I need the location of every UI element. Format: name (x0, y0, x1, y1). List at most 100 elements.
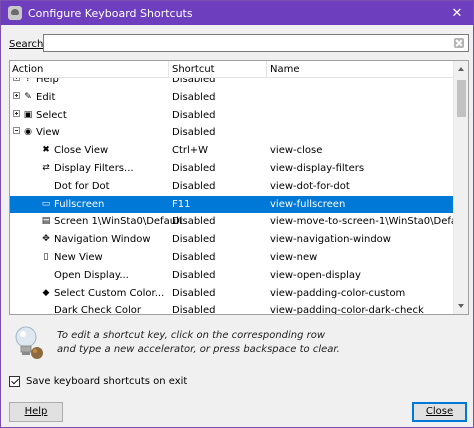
name-cell: view-padding-color-dark-check (270, 305, 424, 315)
shortcut-cell[interactable]: Ctrl+W (172, 145, 208, 156)
edit-icon: ✎ (24, 91, 32, 102)
action-cell: Navigation Window (54, 234, 151, 246)
shortcut-cell[interactable]: Disabled (172, 163, 215, 174)
action-cell: Select (36, 109, 67, 121)
table-row[interactable]: ▭ Fullscreen F11 view-fullscreen (10, 195, 454, 214)
collapse-icon[interactable] (13, 127, 20, 135)
color-icon: ◆ (42, 287, 50, 298)
shortcut-cell[interactable]: Disabled (172, 92, 215, 103)
configure-shortcuts-dialog: Configure Keyboard Shortcuts ✕ Search: ?… (0, 0, 474, 428)
table-row[interactable]: Dot for Dot Disabled view-dot-for-dot (10, 178, 454, 196)
shortcut-cell[interactable]: Disabled (172, 288, 215, 299)
column-header-shortcut[interactable]: Shortcut (172, 64, 215, 75)
shortcut-cell[interactable]: Disabled (172, 305, 215, 314)
new-view-icon: ▯ (43, 251, 49, 262)
name-cell: view-open-display (270, 269, 361, 281)
shortcut-cell[interactable]: Disabled (172, 127, 215, 138)
blank-icon (41, 270, 51, 280)
expand-icon[interactable] (13, 91, 20, 99)
action-cell: Open Display... (54, 269, 129, 281)
name-cell: view-fullscreen (270, 198, 346, 210)
shortcut-cell[interactable]: Disabled (172, 216, 215, 227)
name-cell: view-display-filters (270, 162, 365, 174)
shortcut-cell[interactable]: Disabled (172, 270, 215, 281)
action-cell: Edit (36, 91, 56, 103)
shortcuts-tree[interactable]: ? Help Disabled ✎ Edit Disabled ▣ Select Disable… (9, 60, 469, 315)
hint-line: and type a new accelerator, or press bac… (57, 344, 340, 355)
tree-group-row[interactable]: ▣ Select Disabled (10, 107, 454, 125)
name-cell: view-close (270, 145, 323, 157)
clear-search-icon[interactable] (454, 38, 464, 48)
name-cell: view-navigation-window (270, 234, 391, 246)
table-row[interactable]: Dark Check Color Disabled view-padding-col… (10, 302, 454, 315)
table-row[interactable]: ✖ Close View Ctrl+W view-close (10, 142, 454, 160)
navigation-icon: ✥ (42, 234, 50, 245)
vertical-scrollbar[interactable] (453, 61, 468, 314)
name-cell: view-dot-for-dot (270, 180, 350, 192)
column-header-action[interactable]: Action (12, 64, 43, 75)
action-cell: Select Custom Color... (54, 287, 165, 299)
action-cell: Display Filters... (54, 162, 134, 174)
table-row[interactable]: ▯ New View Disabled view-new (10, 249, 454, 267)
title-bar: Configure Keyboard Shortcuts ✕ (1, 1, 473, 25)
table-row[interactable]: ⇄ Display Filters... Disabled view-display-… (10, 160, 454, 178)
shortcut-cell[interactable]: Disabled (172, 110, 215, 121)
shortcut-rows: ? Help Disabled ✎ Edit Disabled ▣ Select Disable… (10, 71, 468, 315)
hint-line: To edit a shortcut key, click on the cor… (57, 330, 326, 341)
lightbulb-icon (15, 326, 43, 359)
tree-header: Action Shortcut Name (10, 61, 454, 78)
search-row: Search: (9, 34, 469, 54)
shortcut-cell[interactable]: F11 (172, 199, 190, 210)
help-button-label: Help (24, 406, 48, 417)
name-cell: view-new (270, 251, 318, 263)
eye-icon: ◉ (24, 127, 32, 138)
search-label-text: Search: (9, 38, 47, 50)
search-field[interactable] (43, 34, 469, 52)
help-button[interactable]: Help (9, 402, 63, 422)
action-cell: Dark Check Color (54, 305, 141, 315)
scroll-up-icon[interactable] (458, 67, 464, 71)
hint-area: To edit a shortcut key, click on the cor… (9, 323, 469, 363)
shortcut-cell[interactable]: Disabled (172, 181, 215, 192)
close-button-label: Close (425, 406, 454, 417)
shortcut-cell[interactable]: Disabled (172, 234, 215, 245)
action-cell: View (36, 127, 60, 139)
save-shortcuts-label[interactable]: Save keyboard shortcuts on exit (26, 376, 187, 387)
window-close-button[interactable]: ✕ (441, 1, 473, 25)
blank-icon (41, 181, 51, 191)
screen-icon: ▤ (41, 216, 51, 227)
fullscreen-icon: ▭ (41, 198, 51, 209)
action-cell: Close View (54, 145, 109, 157)
table-row[interactable]: ▤ Screen 1\WinSta0\Default Disabled view-mo… (10, 213, 468, 231)
display-filters-icon: ⇄ (42, 162, 50, 173)
column-header-name[interactable]: Name (270, 64, 300, 75)
action-cell: Dot for Dot (54, 180, 110, 192)
expand-icon[interactable] (13, 109, 20, 117)
select-icon: ▣ (23, 109, 33, 120)
action-cell: Screen 1\WinSta0\Default (54, 216, 183, 228)
column-divider (266, 61, 267, 78)
scrollbar-thumb[interactable] (457, 80, 466, 117)
close-view-icon: ✖ (42, 145, 50, 156)
gimp-icon (8, 6, 22, 20)
window-title: Configure Keyboard Shortcuts (28, 6, 193, 20)
shortcut-cell[interactable]: Disabled (172, 252, 215, 263)
name-cell: view-padding-color-custom (270, 287, 406, 299)
table-row[interactable]: ✥ Navigation Window Disabled view-navigatio… (10, 231, 454, 249)
table-row[interactable]: ◆ Select Custom Color... Disabled view-padd… (10, 285, 454, 303)
tree-group-row[interactable]: ✎ Edit Disabled (10, 89, 454, 107)
search-input[interactable] (44, 35, 444, 51)
blank-icon (41, 305, 51, 314)
name-cell: view-move-to-screen-1\WinSta0\Default (270, 216, 469, 228)
search-label: Search: (9, 39, 47, 50)
save-shortcuts-checkbox[interactable] (9, 375, 20, 387)
scroll-down-icon[interactable] (458, 304, 464, 308)
save-shortcuts-option[interactable]: Save keyboard shortcuts on exit (9, 373, 309, 389)
column-divider (168, 61, 169, 78)
hint-text: To edit a shortcut key, click on the cor… (57, 329, 457, 357)
table-row[interactable]: Open Display... Disabled view-open-display (10, 267, 454, 285)
action-cell: New View (54, 251, 103, 263)
close-button[interactable]: Close (412, 402, 467, 422)
action-cell: Fullscreen (54, 198, 105, 210)
tree-group-row[interactable]: ◉ View Disabled (10, 124, 454, 142)
